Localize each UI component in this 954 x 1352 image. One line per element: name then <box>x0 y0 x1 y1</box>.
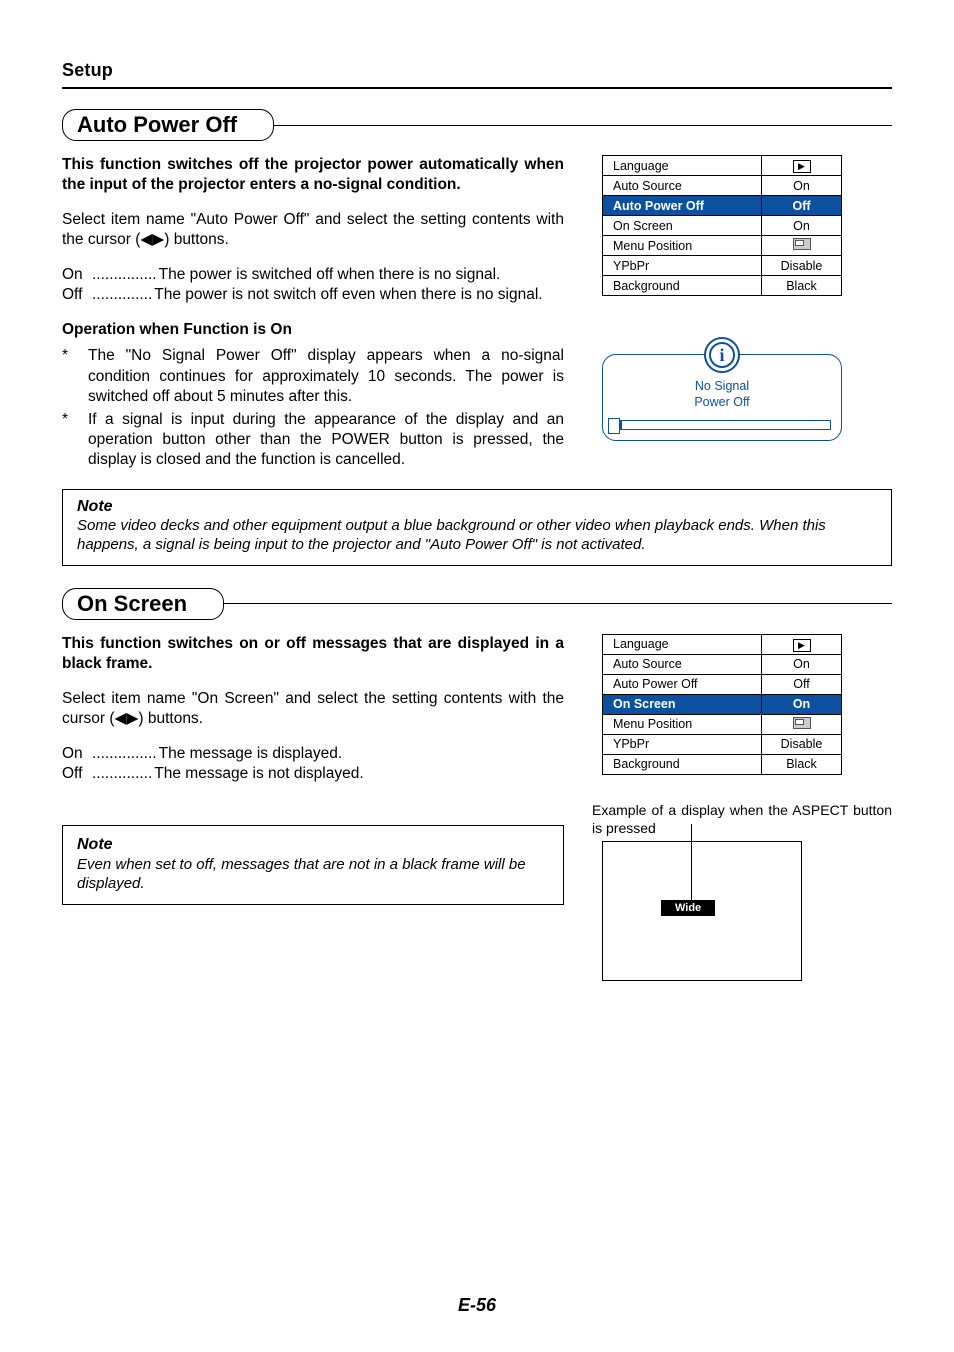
apo-on-val: The power is switched off when there is … <box>159 265 564 285</box>
divider <box>62 87 892 89</box>
apo-bullet-2-text: If a signal is input during the appearan… <box>88 411 564 469</box>
apo-off-val: The power is not switch off even when th… <box>154 285 564 305</box>
apo-intro: This function switches off the projector… <box>62 155 564 196</box>
on-screen-title-row: On Screen <box>62 588 892 620</box>
row-label: Language <box>603 156 762 176</box>
apo-def-list: On ............... The power is switched… <box>62 265 564 306</box>
table-row-selected: Auto Power OffOff <box>603 196 842 216</box>
os-settings-table: Language ▶ Auto SourceOn Auto Power OffOf… <box>602 634 842 775</box>
aspect-label: Wide <box>661 900 715 916</box>
row-value: ▶ <box>762 156 842 176</box>
note-text: Even when set to off, messages that are … <box>77 855 549 894</box>
row-value: On <box>762 694 842 714</box>
apo-settings-table: Language ▶ Auto SourceOn Auto Power OffOf… <box>602 155 842 296</box>
row-label: On Screen <box>603 694 762 714</box>
row-value: Off <box>762 674 842 694</box>
row-value: On <box>762 176 842 196</box>
table-row: Language ▶ <box>603 634 842 654</box>
dots: ............... <box>90 265 159 285</box>
apo-on-key: On <box>62 265 90 285</box>
info-line2: Power Off <box>694 395 749 409</box>
pointer-line <box>691 824 692 902</box>
row-label: YPbPr <box>603 734 762 754</box>
table-row: Menu Position <box>603 236 842 256</box>
os-on-key: On <box>62 744 90 764</box>
note-text: Some video decks and other equipment out… <box>77 516 877 555</box>
table-row-selected: On ScreenOn <box>603 694 842 714</box>
row-label: Auto Power Off <box>603 196 762 216</box>
aspect-caption: Example of a display when the ASPECT but… <box>592 801 892 837</box>
row-label: Menu Position <box>603 236 762 256</box>
table-row: Menu Position <box>603 714 842 734</box>
page-number: E-56 <box>0 1295 954 1316</box>
os-note-box: Note Even when set to off, messages that… <box>62 825 564 905</box>
row-value: Black <box>762 754 842 774</box>
table-row: On ScreenOn <box>603 216 842 236</box>
os-def-list: On ............... The message is displa… <box>62 744 564 785</box>
row-label: YPbPr <box>603 256 762 276</box>
os-intro: This function switches on or off message… <box>62 634 564 675</box>
row-value: Off <box>762 196 842 216</box>
row-value: Black <box>762 276 842 296</box>
table-row: Auto SourceOn <box>603 176 842 196</box>
position-icon <box>793 238 811 250</box>
row-value: ▶ <box>762 634 842 654</box>
table-row: YPbPrDisable <box>603 256 842 276</box>
row-label: Background <box>603 754 762 774</box>
os-select: Select item name "On Screen" and select … <box>62 689 564 730</box>
row-value: Disable <box>762 734 842 754</box>
play-icon: ▶ <box>793 160 811 173</box>
apo-bullet-2: *If a signal is input during the appeara… <box>62 410 564 471</box>
apo-note-box: Note Some video decks and other equipmen… <box>62 489 892 566</box>
table-row: BackgroundBlack <box>603 754 842 774</box>
row-label: Auto Source <box>603 176 762 196</box>
dots: ............... <box>90 744 159 764</box>
row-value: On <box>762 654 842 674</box>
row-label: Auto Source <box>603 654 762 674</box>
apo-bullet-1-text: The "No Signal Power Off" display appear… <box>88 347 564 405</box>
apo-bullet-1: *The "No Signal Power Off" display appea… <box>62 346 564 407</box>
apo-off-key: Off <box>62 285 90 305</box>
auto-power-off-title-row: Auto Power Off <box>62 109 892 141</box>
row-label: Menu Position <box>603 714 762 734</box>
play-icon: ▶ <box>793 639 811 652</box>
note-title: Note <box>77 498 877 516</box>
position-icon <box>793 717 811 729</box>
row-label: On Screen <box>603 216 762 236</box>
row-value <box>762 236 842 256</box>
row-value: Disable <box>762 256 842 276</box>
table-row: Auto SourceOn <box>603 654 842 674</box>
row-value: On <box>762 216 842 236</box>
progress-bar <box>613 420 831 430</box>
on-screen-title: On Screen <box>62 588 224 620</box>
auto-power-off-title: Auto Power Off <box>62 109 274 141</box>
title-line <box>218 603 892 604</box>
aspect-display: Wide <box>602 841 802 981</box>
row-label: Auto Power Off <box>603 674 762 694</box>
os-on-val: The message is displayed. <box>159 744 564 764</box>
os-off-val: The message is not displayed. <box>154 764 564 784</box>
table-row: BackgroundBlack <box>603 276 842 296</box>
table-row: YPbPrDisable <box>603 734 842 754</box>
section-header: Setup <box>62 60 892 81</box>
info-icon: i <box>704 337 740 373</box>
row-label: Language <box>603 634 762 654</box>
apo-op-heading: Operation when Function is On <box>62 320 564 340</box>
info-line1: No Signal <box>695 379 749 393</box>
os-off-key: Off <box>62 764 90 784</box>
row-label: Background <box>603 276 762 296</box>
apo-select: Select item name "Auto Power Off" and se… <box>62 210 564 251</box>
table-row: Language ▶ <box>603 156 842 176</box>
dots: .............. <box>90 764 154 784</box>
apo-bullets: *The "No Signal Power Off" display appea… <box>62 346 564 471</box>
no-signal-display: i No Signal Power Off <box>602 354 842 441</box>
dots: .............. <box>90 285 154 305</box>
table-row: Auto Power OffOff <box>603 674 842 694</box>
row-value <box>762 714 842 734</box>
title-line <box>268 125 892 126</box>
note-title: Note <box>77 834 549 855</box>
